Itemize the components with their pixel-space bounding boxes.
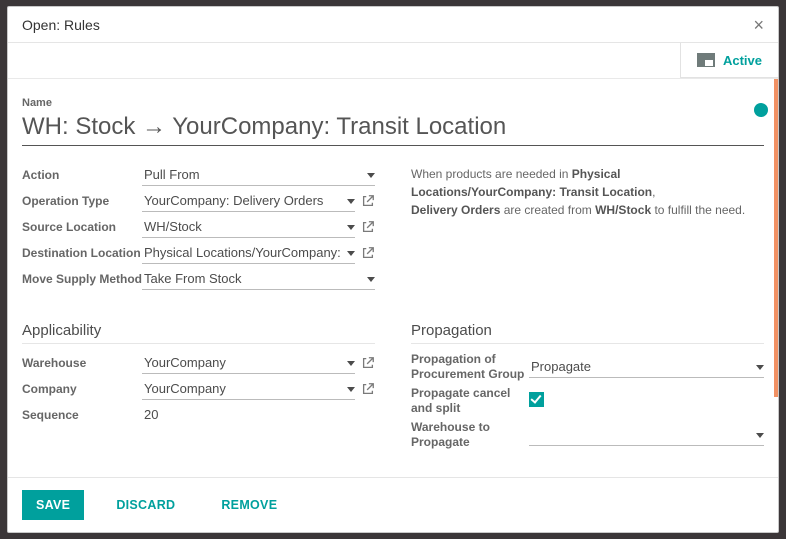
destination-location-value[interactable] bbox=[142, 242, 355, 264]
sequence-label: Sequence bbox=[22, 402, 142, 427]
rule-description: When products are needed in Physical Loc… bbox=[411, 162, 764, 292]
propagate-cancel-checkbox[interactable] bbox=[529, 392, 544, 407]
warehouse-select[interactable] bbox=[142, 352, 375, 374]
company-label: Company bbox=[22, 376, 142, 402]
remove-button[interactable]: REMOVE bbox=[207, 490, 291, 520]
modal-title: Open: Rules bbox=[22, 17, 100, 33]
modal-header: Open: Rules × bbox=[8, 7, 778, 43]
propagation-group-value[interactable] bbox=[529, 356, 764, 378]
discard-button[interactable]: DISCARD bbox=[102, 490, 189, 520]
sequence-input[interactable] bbox=[142, 404, 202, 425]
action-label: Action bbox=[22, 162, 142, 188]
propagate-cancel-label: Propagate cancel and split bbox=[411, 384, 529, 418]
close-icon[interactable]: × bbox=[753, 16, 764, 34]
active-toggle[interactable]: Active bbox=[680, 43, 778, 78]
source-location-label: Source Location bbox=[22, 214, 142, 240]
destination-location-select[interactable] bbox=[142, 242, 375, 264]
action-value[interactable] bbox=[142, 164, 375, 186]
source-location-value[interactable] bbox=[142, 216, 355, 238]
operation-type-value[interactable] bbox=[142, 190, 355, 212]
modal-footer: SAVE DISCARD REMOVE bbox=[8, 477, 778, 532]
move-supply-label: Move Supply Method bbox=[22, 266, 142, 292]
propagation-group-label: Propagation of Procurement Group bbox=[411, 350, 529, 384]
external-link-icon[interactable] bbox=[361, 382, 375, 396]
operation-type-select[interactable] bbox=[142, 190, 375, 212]
warehouse-to-propagate-select[interactable] bbox=[529, 424, 764, 446]
active-label: Active bbox=[723, 53, 762, 68]
external-link-icon[interactable] bbox=[361, 194, 375, 208]
name-input[interactable] bbox=[22, 111, 764, 146]
operation-type-label: Operation Type bbox=[22, 188, 142, 214]
external-link-icon[interactable] bbox=[361, 220, 375, 234]
modal-body: Active Name Action bbox=[8, 43, 778, 477]
source-location-select[interactable] bbox=[142, 216, 375, 238]
destination-location-label: Destination Location bbox=[22, 240, 142, 266]
warehouse-to-propagate-label: Warehouse to Propagate bbox=[411, 418, 529, 452]
warehouse-value[interactable] bbox=[142, 352, 355, 374]
archive-icon bbox=[697, 53, 715, 67]
propagation-title: Propagation bbox=[411, 322, 764, 344]
statusbar: Active bbox=[8, 43, 778, 79]
warehouse-to-propagate-value[interactable] bbox=[529, 424, 764, 446]
external-link-icon[interactable] bbox=[361, 356, 375, 370]
name-label: Name bbox=[22, 97, 764, 109]
external-link-icon[interactable] bbox=[361, 246, 375, 260]
action-select[interactable] bbox=[142, 164, 375, 186]
warehouse-label: Warehouse bbox=[22, 350, 142, 376]
save-button[interactable]: SAVE bbox=[22, 490, 84, 520]
company-select[interactable] bbox=[142, 378, 375, 400]
move-supply-value[interactable] bbox=[142, 268, 375, 290]
move-supply-select[interactable] bbox=[142, 268, 375, 290]
propagation-group-select[interactable] bbox=[529, 356, 764, 378]
applicability-title: Applicability bbox=[22, 322, 375, 344]
modal-rules: Open: Rules × Active Name Action bbox=[7, 6, 779, 533]
company-value[interactable] bbox=[142, 378, 355, 400]
translate-icon[interactable] bbox=[754, 103, 768, 117]
